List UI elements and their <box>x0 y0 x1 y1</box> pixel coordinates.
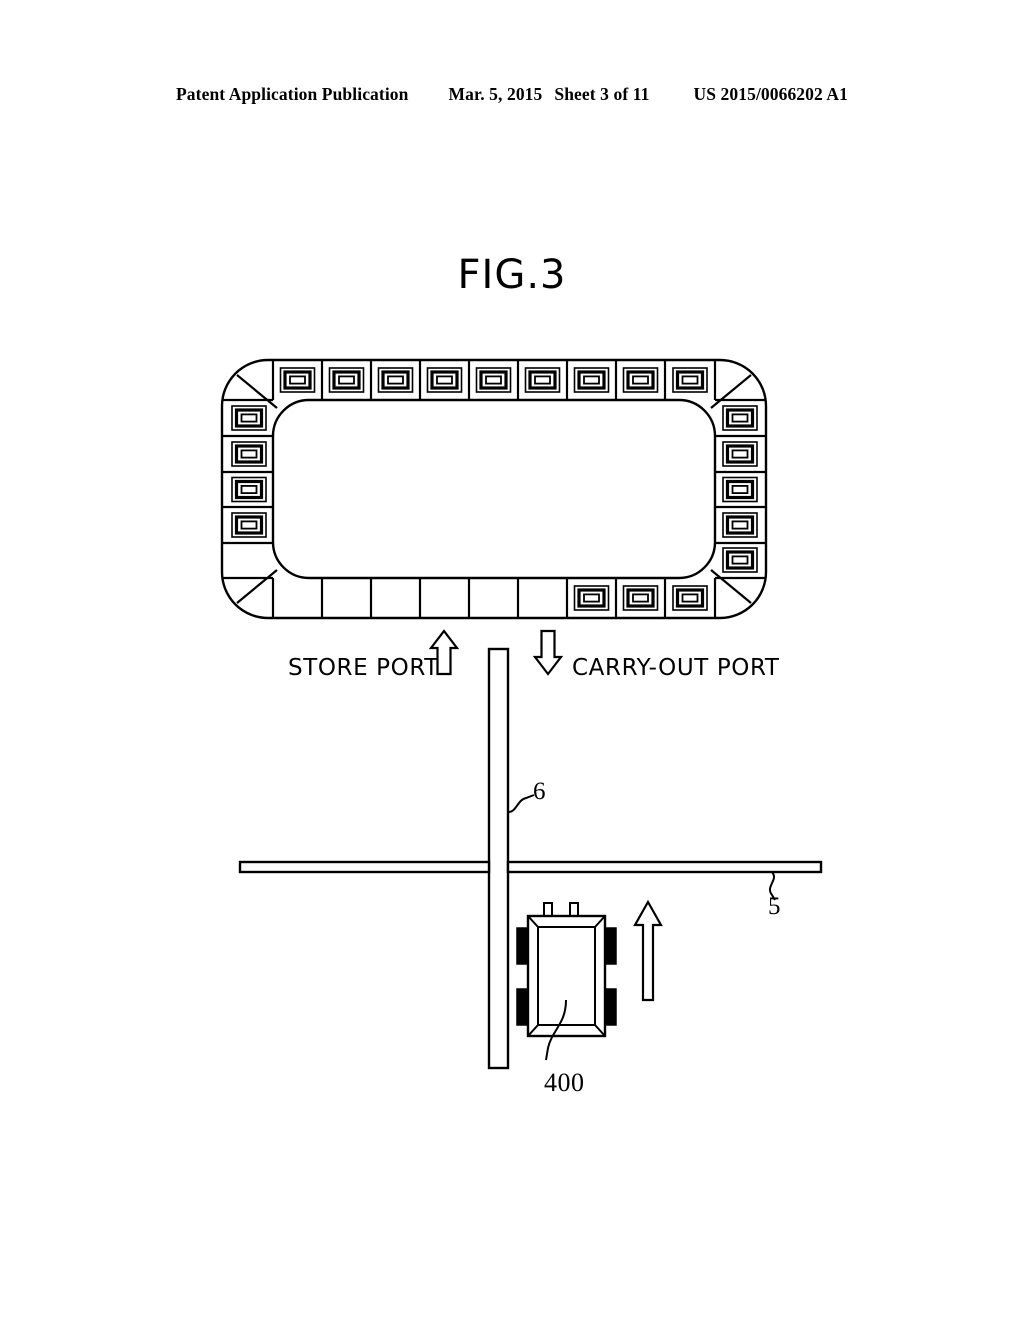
bay-icon[interactable] <box>230 440 268 468</box>
carry-out-port-arrow-icon <box>532 629 564 676</box>
reference-numeral-6: 6 <box>533 778 546 805</box>
vehicle-post <box>569 902 579 917</box>
bay-icon[interactable] <box>230 511 268 539</box>
vehicle-travel-arrow-icon <box>633 899 663 1002</box>
bay-icon[interactable] <box>230 475 268 504</box>
bay-icon[interactable] <box>572 584 611 612</box>
vertical-rail-6 <box>487 647 510 1070</box>
reference-numeral-5: 5 <box>768 893 781 920</box>
store-port-label: STORE PORT <box>288 655 439 681</box>
bay-icon[interactable] <box>474 366 513 394</box>
bay-icon[interactable] <box>721 511 759 539</box>
bay-icon[interactable] <box>376 366 415 394</box>
bay-icon[interactable] <box>523 366 562 394</box>
bay-icon[interactable] <box>278 366 317 394</box>
vehicle-400[interactable] <box>516 902 617 1038</box>
leader-line-6 <box>507 794 535 813</box>
figure-drawing <box>220 358 823 1070</box>
bay-icon[interactable] <box>671 366 709 394</box>
bay-icon[interactable] <box>721 475 759 504</box>
reference-numeral-400: 400 <box>544 1068 585 1097</box>
track-loop-outline <box>220 358 768 620</box>
bay-icon[interactable] <box>621 584 660 612</box>
carry-out-port-label: CARRY-OUT PORT <box>572 655 780 681</box>
track-inner-boundary <box>271 398 717 580</box>
bay-icon[interactable] <box>721 546 759 574</box>
bay-icon[interactable] <box>671 584 709 612</box>
vehicle-post <box>543 902 553 917</box>
bay-icon[interactable] <box>721 440 759 468</box>
horizontal-rail-5-right <box>506 860 823 874</box>
bay-icon[interactable] <box>230 404 268 432</box>
vehicle-body-inner <box>537 926 596 1026</box>
bay-icon[interactable] <box>327 366 366 394</box>
bay-icon[interactable] <box>721 404 759 432</box>
horizontal-rail-5-left <box>238 860 491 874</box>
bay-icon[interactable] <box>425 366 464 394</box>
bay-icon[interactable] <box>621 366 660 394</box>
bay-icon[interactable] <box>572 366 611 394</box>
